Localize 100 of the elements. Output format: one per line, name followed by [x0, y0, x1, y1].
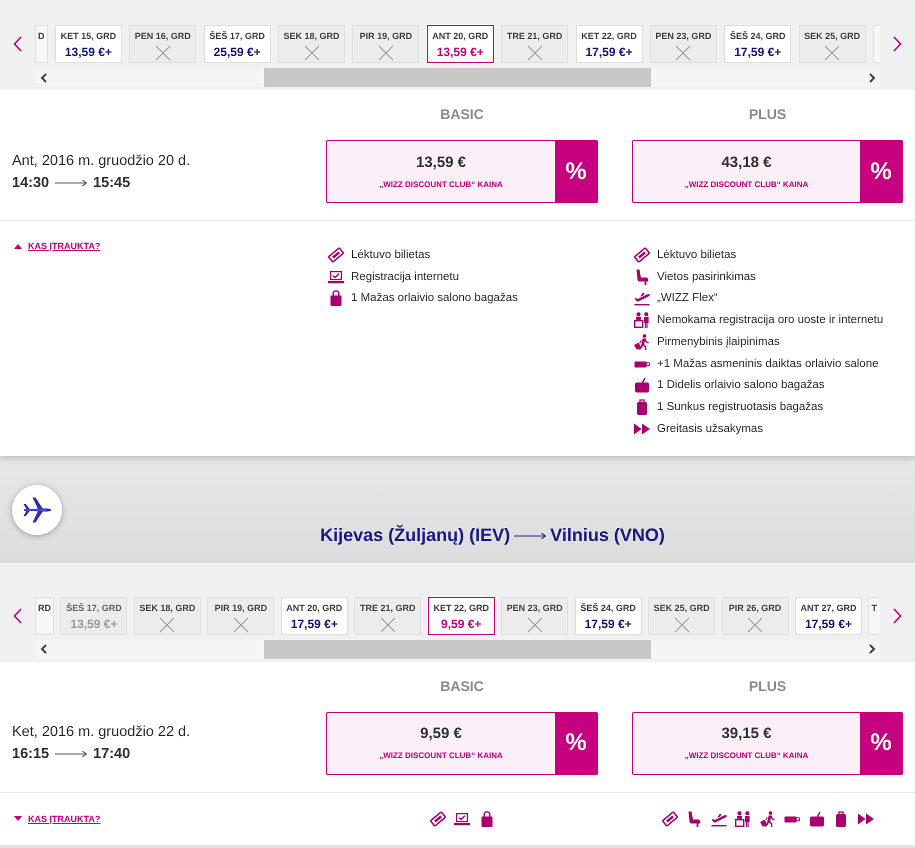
ticket-icon: [430, 810, 446, 827]
suitcase-icon: [634, 377, 650, 394]
fare-button[interactable]: 9,59 € „WIZZ DISCOUNT CLUB“ KAINA %: [326, 712, 598, 775]
walking-person-icon: [760, 810, 776, 827]
plan-title: BASIC: [439, 105, 485, 123]
discount-badge: %: [860, 712, 902, 774]
date-card[interactable]: TRE 21, GRD: [501, 25, 568, 63]
chevron-right-icon[interactable]: [868, 644, 876, 654]
date-card[interactable]: SEK 18, GRD: [134, 596, 201, 635]
walking-person-icon: [634, 334, 650, 350]
date-card[interactable]: SEK 25, GRD: [648, 596, 716, 635]
chevron-right-icon[interactable]: [893, 608, 902, 624]
date-card[interactable]: ANT 20, GRD 13,59 €+: [426, 25, 494, 63]
feature-label: 1 Didelis orlaivio salono bagažas: [657, 379, 824, 392]
cross-icon: [824, 45, 840, 61]
scrollbar-thumb[interactable]: [264, 68, 651, 87]
feature-label: 1 Mažas orlaivio salono bagažas: [351, 292, 518, 304]
flight-date: Ket, 2016 m. gruodžio 22 d.: [12, 723, 192, 742]
fare-button[interactable]: 13,59 € „WIZZ DISCOUNT CLUB“ KAINA %: [326, 140, 598, 203]
suitcase-icon: [808, 810, 824, 827]
fare-button[interactable]: 39,15 € „WIZZ DISCOUNT CLUB“ KAINA %: [632, 712, 903, 775]
arrival-time: 15:45: [93, 174, 130, 192]
departure-time: 14:30: [12, 174, 50, 192]
luggage-icon: [634, 399, 650, 416]
long-arrow-icon: [55, 750, 88, 758]
handbag-icon: [328, 290, 344, 306]
laptop-check-icon: [328, 268, 344, 285]
route-origin: Kijevas (Žuljanų) (IEV): [320, 525, 510, 546]
luggage-icon: [833, 810, 849, 827]
date-card[interactable]: ŠEŠ 24, GRD 17,59 €+: [724, 25, 792, 63]
fast-forward-icon: [858, 810, 874, 827]
date-card[interactable]: PIR 19, GRD: [352, 25, 420, 63]
feature-label: Lėktuvo bilietas: [351, 248, 430, 261]
cross-icon: [154, 45, 171, 61]
feature-label: Nemokama registracija oro uoste ir internetu: [657, 314, 884, 326]
long-arrow-icon: [55, 178, 88, 186]
fare-button[interactable]: 43,18 € „WIZZ DISCOUNT CLUB“ KAINA %: [632, 140, 903, 203]
ticket-icon: [328, 246, 344, 263]
date-card[interactable]: T: [868, 596, 880, 635]
airplane-icon: [12, 484, 62, 535]
date-card[interactable]: PEN 16, GRD: [129, 25, 196, 63]
date-card[interactable]: RD: [35, 596, 54, 635]
feature-label: Pirmenybinis įlaipinimas: [657, 336, 780, 348]
laptop-check-icon: [454, 810, 470, 827]
date-card[interactable]: KET 15, GRD 13,59 €+: [54, 25, 122, 63]
feature-label: Registracija internetu: [351, 270, 460, 283]
date-card[interactable]: TRE 21, GRD: [354, 596, 422, 635]
date-card[interactable]: ŠEŠ 17, GRD 25,59 €+: [204, 25, 271, 63]
date-card[interactable]: PIR 26, GRD: [722, 596, 789, 635]
chevron-left-icon[interactable]: [13, 36, 22, 52]
cross-icon: [232, 616, 249, 633]
cross-icon: [380, 616, 396, 633]
discount-badge: %: [555, 712, 597, 774]
toggle-link[interactable]: KAS ĮTRAUKTA?: [12, 240, 100, 252]
seat-icon: [634, 268, 650, 285]
chevron-left-icon[interactable]: [40, 644, 48, 654]
fast-forward-icon: [634, 420, 650, 437]
date-card[interactable]: SEK 18, GRD: [278, 25, 345, 63]
cross-icon: [674, 616, 690, 633]
feature-label: Lėktuvo bilietas: [657, 248, 736, 261]
departure-time: 16:15: [12, 745, 50, 764]
cross-icon: [526, 616, 543, 633]
date-card[interactable]: KET 22, GRD 9,59 €+: [428, 596, 495, 635]
arrival-time: 17:40: [93, 745, 130, 764]
cross-icon: [526, 45, 543, 61]
caret-down-icon: [14, 816, 22, 822]
feature-label: 1 Sunkus registruotasis bagažas: [657, 401, 824, 414]
handbag-icon: [478, 810, 494, 827]
chevron-left-icon[interactable]: [13, 608, 22, 624]
feature-label: „WIZZ Flex“: [657, 292, 718, 304]
ticket-icon: [634, 246, 650, 263]
route-destination: Vilnius (VNO): [550, 525, 665, 546]
date-card[interactable]: ŠEŠ 24, GRD 17,59 €+: [574, 596, 642, 635]
date-card[interactable]: SEK 25, GRD: [798, 25, 866, 63]
feature-label: Greitasis užsakymas: [657, 422, 764, 435]
feature-label: +1 Mažas asmeninis daiktas orlaivio salone: [657, 358, 878, 370]
ticket-icon: [662, 810, 678, 827]
chevron-left-icon[interactable]: [40, 72, 48, 82]
date-card[interactable]: KET 22, GRD 17,59 €+: [576, 25, 642, 63]
scrollbar-thumb[interactable]: [264, 640, 651, 659]
date-card[interactable]: ANT 20, GRD 17,59 €+: [280, 596, 348, 635]
discount-badge: %: [555, 141, 597, 202]
discount-badge: %: [860, 141, 902, 202]
date-card[interactable]: PEN 23, GRD: [501, 596, 568, 635]
plan-title: BASIC: [439, 676, 485, 695]
cross-icon: [159, 616, 176, 633]
chevron-right-icon[interactable]: [893, 36, 902, 52]
date-card[interactable]: PEN 23, GRD: [650, 25, 717, 63]
cross-icon: [675, 45, 692, 61]
date-card[interactable]: ANT 27, GRD 17,59 €+: [794, 596, 862, 635]
date-card[interactable]: D: [35, 25, 48, 63]
check-in-desk-icon: [634, 312, 650, 328]
seat-icon: [686, 810, 702, 827]
date-card[interactable]: PIR 19, GRD: [207, 596, 274, 635]
toggle-link[interactable]: KAS ĮTRAUKTA?: [12, 812, 100, 825]
plan-title: PLUS: [748, 676, 788, 695]
cross-icon: [747, 616, 764, 633]
feature-label: Vietos pasirinkimas: [657, 270, 756, 283]
chevron-right-icon[interactable]: [868, 72, 876, 82]
long-arrow-icon: [514, 532, 546, 540]
